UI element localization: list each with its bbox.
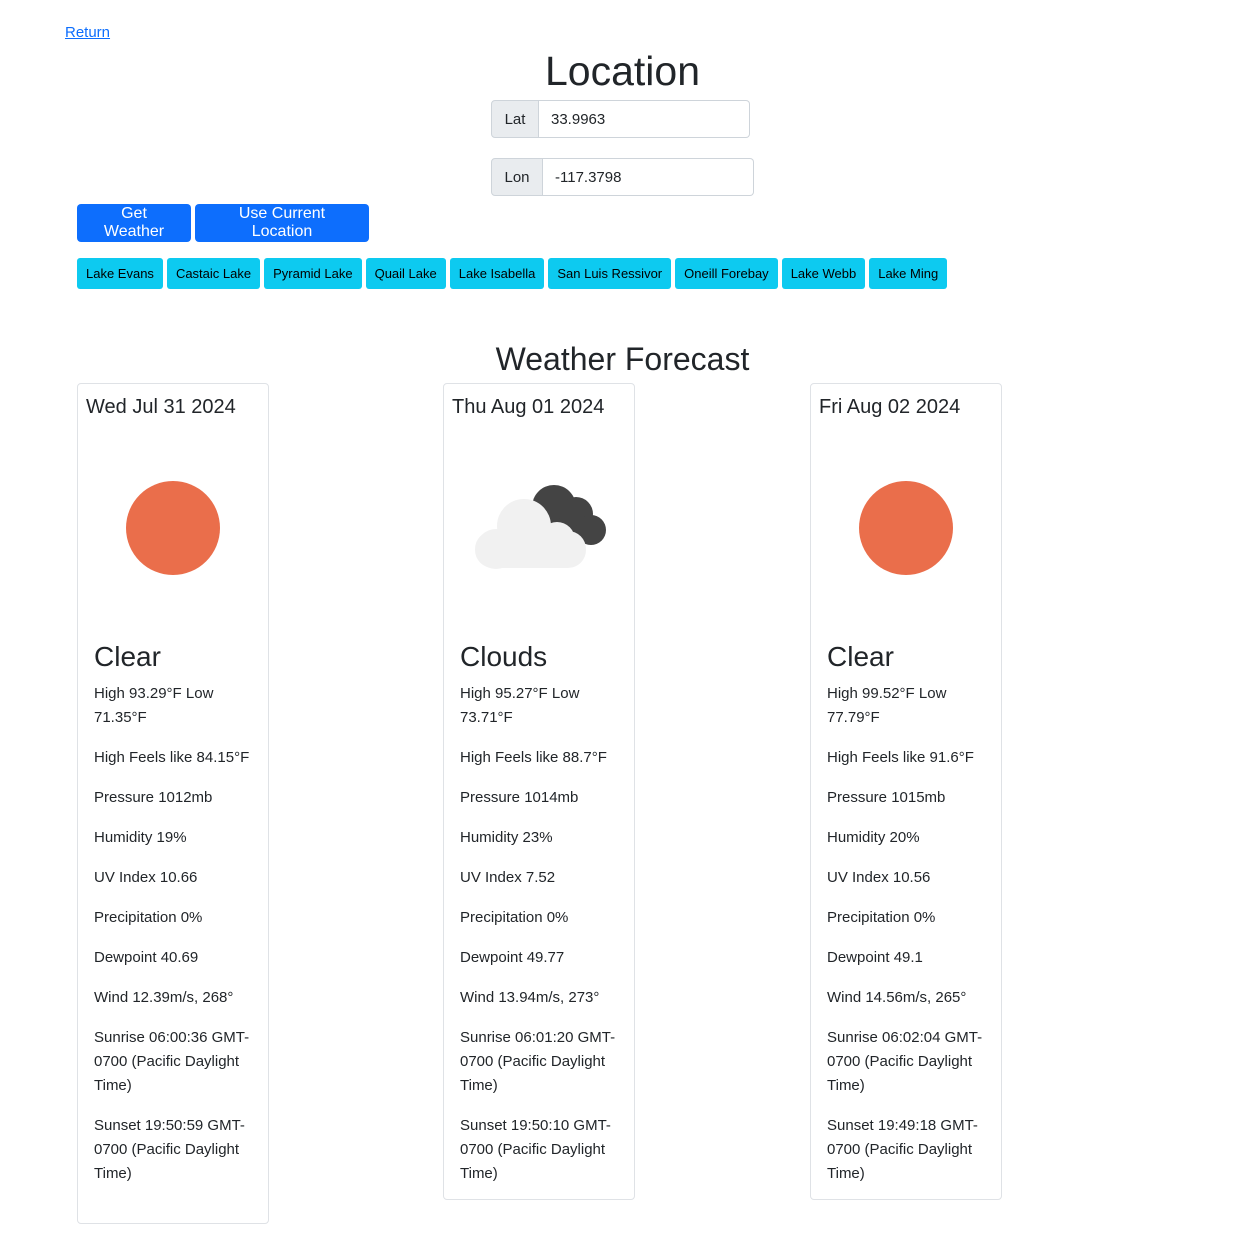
- dewpoint: Dewpoint 49.77: [460, 949, 565, 966]
- wind: Wind 13.94m/s, 273°: [460, 989, 600, 1006]
- get-weather-button[interactable]: Get Weather: [77, 204, 191, 242]
- lat-label: Lat: [491, 100, 539, 138]
- humidity: Humidity 20%: [827, 829, 920, 846]
- precipitation: Precipitation 0%: [460, 909, 569, 926]
- high-low: High 93.29°F Low 71.35°F: [94, 685, 214, 726]
- dewpoint: Dewpoint 49.1: [827, 949, 923, 966]
- forecast-card: Thu Aug 01 2024 Clouds High 95.27°F Low …: [443, 383, 635, 1200]
- lake-button-lake-evans[interactable]: Lake Evans: [77, 258, 163, 289]
- feels-like: High Feels like 88.7°F: [460, 749, 607, 766]
- cloud-icon: [444, 454, 634, 604]
- lake-button-lake-ming[interactable]: Lake Ming: [869, 258, 948, 289]
- forecast-condition: Clear: [827, 641, 894, 672]
- sunset: Sunset 19:50:10 GMT-0700 (Pacific Daylig…: [460, 1117, 611, 1182]
- lat-input[interactable]: [539, 100, 750, 138]
- high-low: High 95.27°F Low 73.71°F: [460, 685, 580, 726]
- forecast-stats: High 99.52°F Low 77.79°F High Feels like…: [827, 682, 987, 1202]
- pressure: Pressure 1015mb: [827, 789, 946, 806]
- forecast-date: Fri Aug 02 2024: [819, 396, 961, 418]
- lake-button-lake-isabella[interactable]: Lake Isabella: [449, 258, 545, 289]
- use-current-location-button[interactable]: Use Current Location: [195, 204, 369, 242]
- forecast-title: Weather Forecast: [495, 341, 750, 377]
- forecast-stats: High 93.29°F Low 71.35°F High Feels like…: [94, 682, 254, 1202]
- forecast-card: Wed Jul 31 2024 Clear High 93.29°F Low 7…: [77, 383, 269, 1224]
- forecast-condition: Clouds: [460, 641, 548, 672]
- forecast-stats: High 95.27°F Low 73.71°F High Feels like…: [460, 682, 620, 1202]
- feels-like: High Feels like 91.6°F: [827, 749, 974, 766]
- forecast-card: Fri Aug 02 2024 Clear High 99.52°F Low 7…: [810, 383, 1002, 1200]
- lake-button-pyramid-lake[interactable]: Pyramid Lake: [264, 258, 362, 289]
- lon-input-group: Lon: [491, 158, 754, 196]
- forecast-date: Wed Jul 31 2024: [86, 396, 236, 418]
- sunrise: Sunrise 06:02:04 GMT-0700 (Pacific Dayli…: [827, 1029, 983, 1094]
- humidity: Humidity 19%: [94, 829, 187, 846]
- forecast-date: Thu Aug 01 2024: [452, 396, 605, 418]
- sun-icon: [811, 454, 1001, 604]
- lake-button-san-luis-ressivor[interactable]: San Luis Ressivor: [548, 258, 672, 289]
- sunset: Sunset 19:49:18 GMT-0700 (Pacific Daylig…: [827, 1117, 978, 1182]
- feels-like: High Feels like 84.15°F: [94, 749, 250, 766]
- lake-button-row: Lake Evans Castaic Lake Pyramid Lake Qua…: [77, 258, 948, 289]
- uv-index: UV Index 7.52: [460, 869, 556, 886]
- uv-index: UV Index 10.66: [94, 869, 198, 886]
- pressure: Pressure 1012mb: [94, 789, 213, 806]
- wind: Wind 14.56m/s, 265°: [827, 989, 967, 1006]
- dewpoint: Dewpoint 40.69: [94, 949, 199, 966]
- lake-button-oneill-forebay[interactable]: Oneill Forebay: [675, 258, 778, 289]
- precipitation: Precipitation 0%: [827, 909, 936, 926]
- humidity: Humidity 23%: [460, 829, 553, 846]
- sunset: Sunset 19:50:59 GMT-0700 (Pacific Daylig…: [94, 1117, 245, 1182]
- pressure: Pressure 1014mb: [460, 789, 579, 806]
- precipitation: Precipitation 0%: [94, 909, 203, 926]
- lat-input-group: Lat: [491, 100, 750, 138]
- uv-index: UV Index 10.56: [827, 869, 931, 886]
- page-title: Location: [544, 48, 700, 94]
- sunrise: Sunrise 06:00:36 GMT-0700 (Pacific Dayli…: [94, 1029, 250, 1094]
- wind: Wind 12.39m/s, 268°: [94, 989, 234, 1006]
- sunrise: Sunrise 06:01:20 GMT-0700 (Pacific Dayli…: [460, 1029, 616, 1094]
- lake-button-quail-lake[interactable]: Quail Lake: [365, 258, 446, 289]
- lake-button-castaic-lake[interactable]: Castaic Lake: [166, 258, 261, 289]
- sun-icon: [78, 454, 268, 604]
- return-link[interactable]: Return: [65, 24, 110, 41]
- lon-input[interactable]: [543, 158, 754, 196]
- lon-label: Lon: [491, 158, 543, 196]
- lake-button-lake-webb[interactable]: Lake Webb: [781, 258, 866, 289]
- high-low: High 99.52°F Low 77.79°F: [827, 685, 947, 726]
- forecast-condition: Clear: [94, 641, 161, 672]
